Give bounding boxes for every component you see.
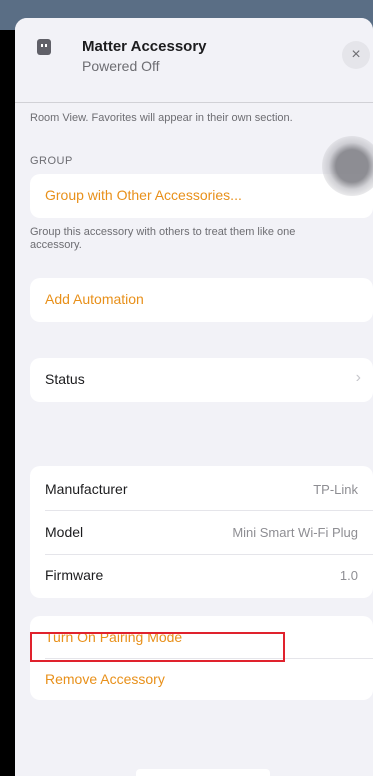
room-view-note: Room View. Favorites will appear in thei… <box>30 112 293 124</box>
info-card: Manufacturer TP-Link Model Mini Smart Wi… <box>30 466 373 598</box>
chevron-right-icon: › <box>355 369 361 386</box>
sheet-header: Matter Accessory Powered Off × <box>15 18 373 102</box>
automation-card: Add Automation <box>30 278 373 322</box>
firmware-value: 1.0 <box>339 568 358 583</box>
screen: Matter Accessory Powered Off × Room View… <box>0 0 373 776</box>
accessory-title: Matter Accessory <box>82 38 207 55</box>
model-label: Model <box>45 524 84 540</box>
manufacturer-value: TP-Link <box>313 482 358 497</box>
home-indicator[interactable] <box>136 769 270 776</box>
info-row-firmware: Firmware 1.0 <box>30 554 373 598</box>
plug-icon <box>37 39 51 55</box>
group-footnote: Group this accessory with others to trea… <box>30 226 296 251</box>
status-label: Status <box>45 371 85 387</box>
group-card: Group with Other Accessories... <box>30 174 373 218</box>
info-row-model: Model Mini Smart Wi-Fi Plug <box>30 510 373 554</box>
remove-row: Remove Accessory <box>30 658 373 700</box>
status-card[interactable]: Status › <box>30 358 373 402</box>
close-button[interactable]: × <box>342 41 370 69</box>
add-automation-button[interactable]: Add Automation <box>45 291 144 307</box>
model-value: Mini Smart Wi-Fi Plug <box>232 525 358 540</box>
accessory-settings-sheet: Matter Accessory Powered Off × Room View… <box>15 18 373 776</box>
manufacturer-label: Manufacturer <box>45 481 128 497</box>
group-section-label: GROUP <box>30 155 73 167</box>
header-divider <box>15 102 373 103</box>
info-row-manufacturer: Manufacturer TP-Link <box>30 466 373 510</box>
close-icon: × <box>351 46 361 63</box>
accessory-status-subtitle: Powered Off <box>82 58 160 74</box>
group-with-accessories-button[interactable]: Group with Other Accessories... <box>45 187 242 203</box>
pairing-mode-highlight <box>30 632 285 662</box>
remove-accessory-button[interactable]: Remove Accessory <box>45 671 165 687</box>
touch-indicator <box>322 136 373 196</box>
firmware-label: Firmware <box>45 567 104 583</box>
